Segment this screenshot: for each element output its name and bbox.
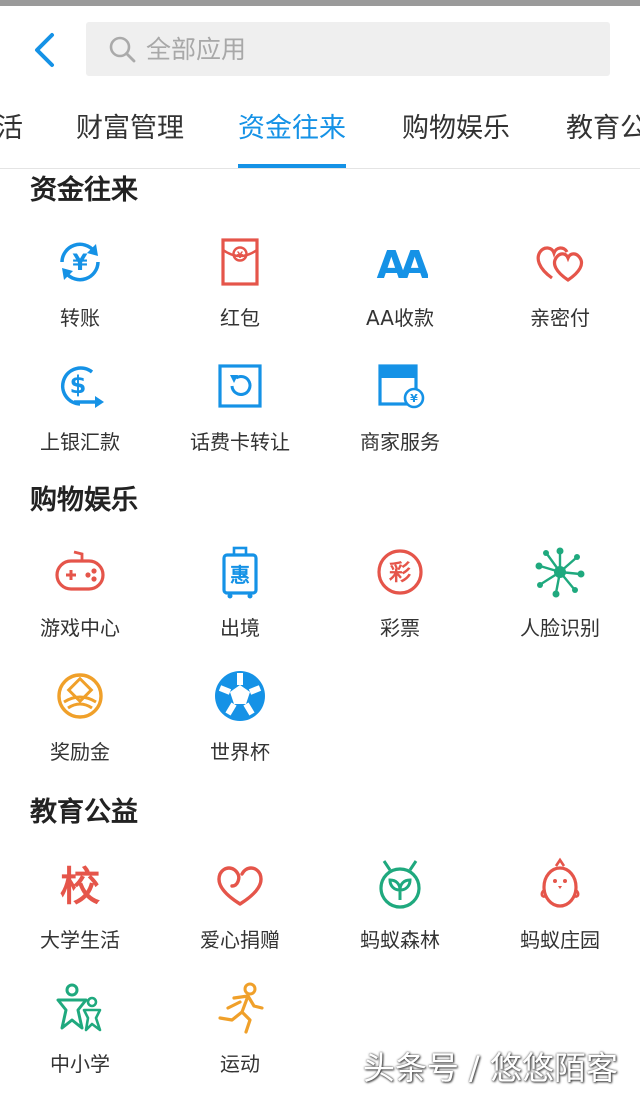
app-label: AA收款 [366, 306, 434, 330]
back-button[interactable] [22, 28, 66, 72]
app-primary-school[interactable]: 中小学 [0, 972, 160, 1090]
tab-funds[interactable]: 资金往来 [238, 94, 346, 168]
app-donation[interactable]: 爱心捐赠 [160, 848, 320, 966]
svg-text:惠: 惠 [230, 563, 250, 587]
app-label: 游戏中心 [40, 616, 120, 640]
chick-icon [532, 856, 588, 912]
app-label: 话费卡转让 [190, 430, 290, 454]
app-card-transfer[interactable]: 话费卡转让 [160, 350, 320, 468]
app-label: 亲密付 [530, 306, 590, 330]
app-label: 世界杯 [210, 740, 270, 764]
app-aa-collect[interactable]: AA AA收款 [320, 226, 480, 344]
app-label: 爱心捐赠 [200, 928, 280, 952]
app-label: 中小学 [50, 1052, 110, 1076]
watermark: 头条号 / 悠悠陌客 [362, 1049, 618, 1087]
app-merchant[interactable]: ¥ 商家服务 [320, 350, 480, 468]
back-arrow-icon [35, 33, 54, 67]
tab-life[interactable]: 活 [0, 94, 23, 168]
app-red-packet[interactable]: ¥ 红包 [160, 226, 320, 344]
svg-text:¥: ¥ [72, 251, 88, 276]
lottery-icon: 彩 [372, 544, 428, 600]
runner-icon [212, 980, 268, 1036]
category-tabs: 活 财富管理 资金往来 购物娱乐 教育公 [0, 94, 640, 169]
tab-wealth[interactable]: 财富管理 [76, 94, 184, 168]
app-college-life[interactable]: 校 大学生活 [0, 848, 160, 966]
app-game-center[interactable]: 游戏中心 [0, 536, 160, 654]
merchant-icon: ¥ [372, 358, 428, 414]
app-label: 上银汇款 [40, 430, 120, 454]
section-title-funds: 资金往来 [30, 175, 138, 206]
svg-text:彩: 彩 [388, 561, 411, 586]
app-label: 运动 [220, 1052, 260, 1076]
aa-icon: AA [372, 234, 428, 290]
tab-shopping[interactable]: 购物娱乐 [402, 94, 510, 168]
luggage-icon: 惠 [212, 544, 268, 600]
search-box[interactable] [86, 22, 610, 76]
search-icon [108, 35, 136, 63]
tab-education[interactable]: 教育公 [566, 94, 640, 168]
app-label: 转账 [60, 306, 100, 330]
app-sports[interactable]: 运动 [160, 972, 320, 1090]
face-dots-icon [532, 544, 588, 600]
svg-text:¥: ¥ [410, 392, 418, 405]
app-label: 奖励金 [50, 740, 110, 764]
app-lottery[interactable]: 彩 彩票 [320, 536, 480, 654]
soccer-ball-icon [212, 668, 268, 724]
section-title-education: 教育公益 [30, 797, 138, 828]
gamepad-icon [52, 544, 108, 600]
school-icon: 校 [52, 856, 108, 912]
heart-icon [212, 856, 268, 912]
hearts-icon [532, 234, 588, 290]
app-outbound[interactable]: 惠 出境 [160, 536, 320, 654]
app-label: 蚂蚁森林 [360, 928, 440, 952]
svg-text:$: $ [70, 371, 87, 399]
top-bar [0, 6, 640, 94]
search-input[interactable] [146, 34, 586, 64]
app-label: 出境 [220, 616, 260, 640]
app-face-recognition[interactable]: 人脸识别 [480, 536, 640, 654]
svg-text:¥: ¥ [237, 251, 244, 261]
app-transfer[interactable]: ¥ 转账 [0, 226, 160, 344]
svg-text:AA: AA [377, 243, 428, 287]
app-label: 商家服务 [360, 430, 440, 454]
svg-text:校: 校 [60, 864, 100, 910]
remittance-icon: $ [52, 358, 108, 414]
card-transfer-icon [212, 358, 268, 414]
app-label: 人脸识别 [520, 616, 600, 640]
app-ant-forest[interactable]: 蚂蚁森林 [320, 848, 480, 966]
app-label: 彩票 [380, 616, 420, 640]
kids-icon [52, 980, 108, 1036]
app-intimate-pay[interactable]: 亲密付 [480, 226, 640, 344]
app-label: 大学生活 [40, 928, 120, 952]
app-world-cup[interactable]: 世界杯 [160, 660, 320, 778]
transfer-icon: ¥ [52, 234, 108, 290]
app-reward[interactable]: 奖励金 [0, 660, 160, 778]
sprout-icon [372, 856, 428, 912]
reward-icon [52, 668, 108, 724]
section-title-shopping: 购物娱乐 [30, 485, 138, 516]
app-label: 红包 [220, 306, 260, 330]
app-ant-farm[interactable]: 蚂蚁庄园 [480, 848, 640, 966]
app-remittance[interactable]: $ 上银汇款 [0, 350, 160, 468]
app-label: 蚂蚁庄园 [520, 928, 600, 952]
red-packet-icon: ¥ [212, 234, 268, 290]
